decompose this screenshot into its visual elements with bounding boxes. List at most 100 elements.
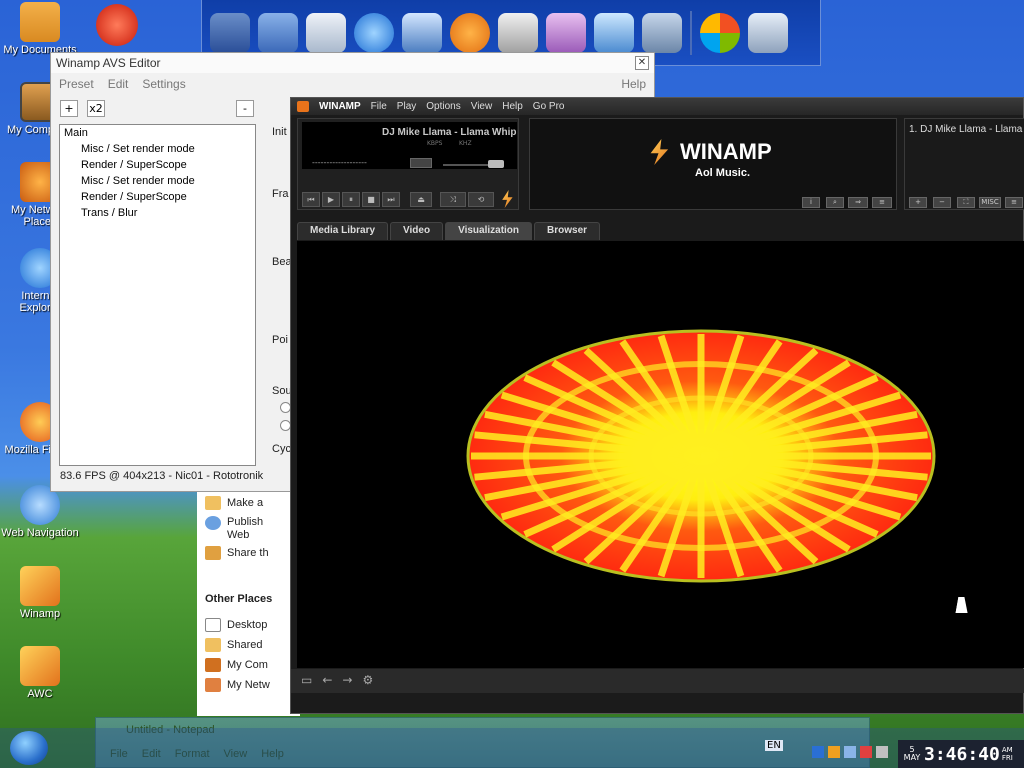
task-publish[interactable]: Publish Web <box>205 516 267 542</box>
computer-icon[interactable] <box>210 12 250 53</box>
next-button[interactable]: ⏭ <box>382 192 400 207</box>
pl-remove-button[interactable]: − <box>933 197 951 208</box>
shuffle-button[interactable]: ⤨ <box>440 192 466 207</box>
preset-tree[interactable]: Main Misc / Set render mode Render / Sup… <box>59 124 256 466</box>
pl-add-button[interactable]: + <box>909 197 927 208</box>
prev-button[interactable]: ⏮ <box>302 192 320 207</box>
menu-help[interactable]: Help <box>621 77 646 91</box>
add-button[interactable]: + <box>60 100 78 117</box>
volume-icon[interactable] <box>410 158 432 168</box>
settings-icon[interactable] <box>642 12 682 53</box>
windows-logo-icon[interactable] <box>700 12 740 53</box>
network-icon[interactable] <box>258 12 298 53</box>
stop-button[interactable]: ■ <box>362 192 380 207</box>
tab-media-library[interactable]: Media Library <box>297 222 389 240</box>
awc-icon <box>20 646 60 686</box>
pl-select-button[interactable]: ⛶ <box>957 197 975 208</box>
menu-edit[interactable]: Edit <box>108 77 129 91</box>
place-shared[interactable]: Shared <box>205 638 262 652</box>
pause-button[interactable]: ⏸ <box>342 192 360 207</box>
place-my-computer[interactable]: My Com <box>205 658 268 672</box>
avs-title-bar[interactable]: Winamp AVS Editor ✕ <box>51 53 654 73</box>
avs-menubar: Preset Edit Settings <box>51 73 654 95</box>
settings-icon[interactable]: ⚙ <box>362 673 373 689</box>
calculator-icon[interactable] <box>498 12 538 53</box>
image-icon[interactable] <box>402 12 442 53</box>
task-share[interactable]: Share th <box>205 546 269 560</box>
media-player-icon[interactable] <box>450 12 490 53</box>
folder-icon <box>205 638 221 652</box>
menu-preset[interactable]: Preset <box>59 77 94 91</box>
tab-browser[interactable]: Browser <box>534 222 601 240</box>
clock-time: 3:46:40 <box>924 743 1000 765</box>
tab-video[interactable]: Video <box>390 222 444 240</box>
alert-tray-icon[interactable] <box>860 746 872 758</box>
tree-item[interactable]: Misc / Set render mode <box>64 143 251 159</box>
place-desktop[interactable]: Desktop <box>205 618 267 632</box>
remove-button[interactable]: - <box>236 100 254 117</box>
play-button[interactable]: ▶ <box>322 192 340 207</box>
app-shortcut-icon[interactable] <box>96 4 138 46</box>
wa-menu-help[interactable]: Help <box>502 101 523 112</box>
playlist-item[interactable]: 1. DJ Mike Llama - Llama <box>909 124 1022 135</box>
tree-item[interactable]: Render / SuperScope <box>64 159 251 175</box>
start-button[interactable] <box>10 731 48 765</box>
send-icon[interactable]: ⇒ <box>848 197 868 208</box>
language-indicator[interactable]: EN <box>765 740 783 751</box>
clock[interactable]: 5 MAY 3:46:40 AM FRI <box>898 740 1024 768</box>
task-make[interactable]: Make a <box>205 496 263 510</box>
clock-day: AM FRI <box>1001 746 1013 762</box>
notes-icon[interactable] <box>594 12 634 53</box>
dock-separator <box>690 10 692 55</box>
paint-icon[interactable] <box>546 12 586 53</box>
winamp-title-bar[interactable]: WINAMP File Play Options View Help Go Pr… <box>291 98 1023 115</box>
tree-root[interactable]: Main <box>64 127 251 143</box>
search-icon[interactable]: ⌕ <box>826 197 844 208</box>
screen-icon[interactable]: ▭ <box>301 673 312 689</box>
ie-icon[interactable] <box>354 12 394 53</box>
winamp-logo-panel: WINAMP Aol Music. i ⌕ ⇒ ≡ <box>529 118 897 210</box>
place-my-network[interactable]: My Netw <box>205 678 270 692</box>
wa-menu-file[interactable]: File <box>371 101 387 112</box>
visualization-canvas[interactable] <box>297 241 1024 668</box>
wa-menu-view[interactable]: View <box>471 101 493 112</box>
forward-icon[interactable]: → <box>342 673 352 689</box>
pl-misc-button[interactable]: MISC <box>979 197 1001 208</box>
wa-menu-gopro[interactable]: Go Pro <box>533 101 565 112</box>
desktop-icon-winamp[interactable]: Winamp <box>0 566 80 620</box>
source-label: Sou <box>272 385 292 397</box>
desktop-icon-my-documents[interactable]: My Documents <box>0 2 80 58</box>
wa-menu-play[interactable]: Play <box>397 101 416 112</box>
winamp-bolt-icon[interactable] <box>502 190 513 208</box>
trash-icon[interactable] <box>748 12 788 53</box>
repeat-button[interactable]: ⟲ <box>468 192 494 207</box>
back-icon[interactable]: ← <box>322 673 332 689</box>
documents-icon[interactable] <box>306 12 346 53</box>
x2-button[interactable]: x2 <box>87 100 105 117</box>
eject-button[interactable]: ⏏ <box>410 192 432 207</box>
computer-icon <box>205 658 221 672</box>
desktop-icon-web-navigation[interactable]: Web Navigation <box>0 485 80 555</box>
clock-date: 5 MAY <box>903 745 921 762</box>
tree-item[interactable]: Misc / Set render mode <box>64 175 251 191</box>
tab-visualization[interactable]: Visualization <box>445 222 533 240</box>
wa-menu-options[interactable]: Options <box>426 101 460 112</box>
desktop: My Documents My Computer My Network Plac… <box>0 0 1024 768</box>
volume-knob[interactable] <box>488 160 504 168</box>
info-icon[interactable]: i <box>802 197 820 208</box>
pl-list-button[interactable]: ≡ <box>1005 197 1023 208</box>
winamp-playlist: 1. DJ Mike Llama - Llama + − ⛶ MISC ≡ <box>904 118 1024 210</box>
tree-item[interactable]: Render / SuperScope <box>64 191 251 207</box>
track-title: DJ Mike Llama - Llama Whip <box>382 127 517 138</box>
tree-item[interactable]: Trans / Blur <box>64 207 251 223</box>
network-tray-icon[interactable] <box>812 746 824 758</box>
winamp-tabs: Media Library Video Visualization Browse… <box>297 222 601 240</box>
volume-tray-icon[interactable] <box>876 746 888 758</box>
menu-icon[interactable]: ≡ <box>872 197 892 208</box>
menu-settings[interactable]: Settings <box>142 77 185 91</box>
desktop-icon-awc[interactable]: AWC <box>0 646 80 700</box>
monitor-tray-icon[interactable] <box>844 746 856 758</box>
winamp-tray-icon[interactable] <box>828 746 840 758</box>
kbps-label: KBPS <box>427 140 443 147</box>
close-icon[interactable]: ✕ <box>635 56 649 70</box>
